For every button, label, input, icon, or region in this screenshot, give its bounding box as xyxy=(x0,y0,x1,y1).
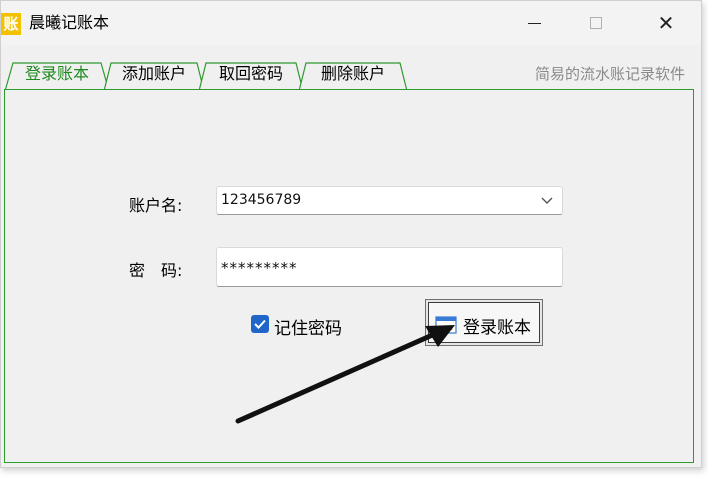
arrow-annotation xyxy=(235,325,455,424)
